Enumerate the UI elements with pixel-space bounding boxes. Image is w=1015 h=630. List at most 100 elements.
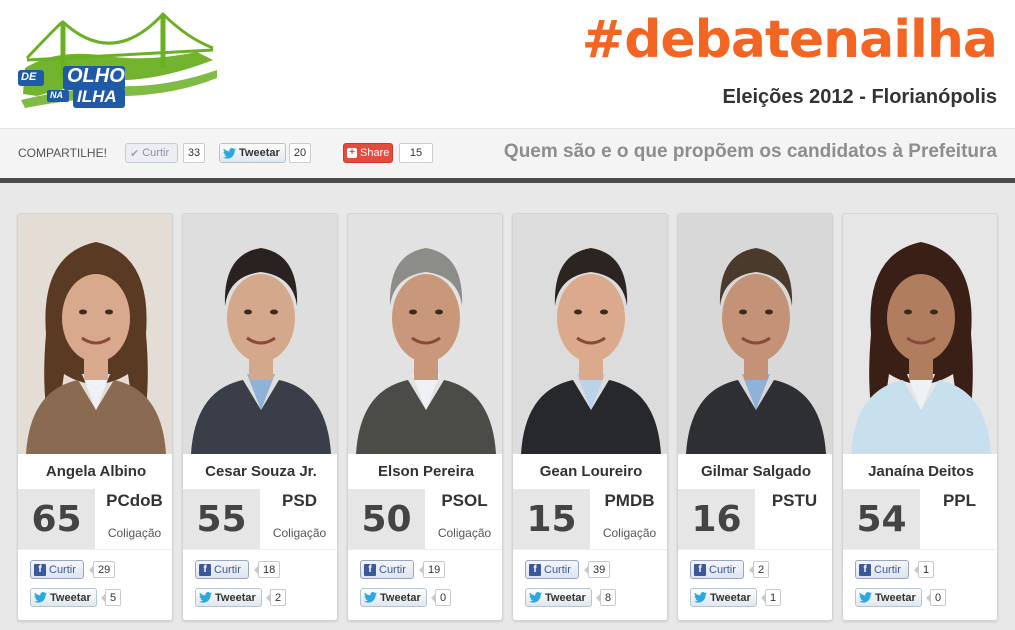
logo-text-na: NA <box>50 90 63 100</box>
hashtag-title: #debatenailha <box>581 10 998 70</box>
facebook-like-button[interactable]: f Curtir <box>690 560 744 579</box>
card-divider <box>183 549 337 550</box>
candidate-party: PPL <box>942 491 977 510</box>
tweet-button[interactable]: Tweetar <box>195 588 262 607</box>
candidate-name[interactable]: Gilmar Salgado <box>678 463 832 480</box>
twitter-bird-icon <box>859 592 872 603</box>
candidate-name[interactable]: Gean Loureiro <box>513 463 667 480</box>
card-divider <box>678 549 832 550</box>
tweet-label: Tweetar <box>239 147 280 159</box>
share-label: Share <box>360 147 390 159</box>
tweet-count: 0 <box>925 589 947 606</box>
candidate-name[interactable]: Angela Albino <box>18 463 172 480</box>
candidate-photo <box>843 214 997 454</box>
tweet-label: Tweetar <box>50 591 91 604</box>
card-divider <box>18 549 172 550</box>
tweet-label: Tweetar <box>380 591 421 604</box>
twitter-bird-icon <box>694 592 707 603</box>
facebook-like-button[interactable]: f Curtir <box>195 560 249 579</box>
card-divider <box>348 549 502 550</box>
candidate-party: PSOL <box>441 491 488 510</box>
candidate-party: PSD <box>282 491 317 510</box>
coalition-label: Coligação <box>602 526 657 540</box>
tweet-button[interactable]: Tweetar <box>30 588 97 607</box>
candidate-number: 15 <box>513 489 590 549</box>
facebook-like-button[interactable]: f Curtir <box>525 560 579 579</box>
candidates-grid: Angela Albino 65 PCdoB Coligação f Curti… <box>0 183 1015 630</box>
tweet-button[interactable]: Tweetar <box>690 588 757 607</box>
facebook-icon: f <box>694 563 706 576</box>
candidate-card[interactable]: Angela Albino 65 PCdoB Coligação f Curti… <box>17 213 173 621</box>
election-subtitle: Eleições 2012 - Florianópolis <box>722 86 997 108</box>
facebook-like-button[interactable]: f Curtir <box>855 560 909 579</box>
candidate-photo <box>513 214 667 454</box>
tweet-label: Tweetar <box>545 591 586 604</box>
candidate-number: 54 <box>843 489 920 549</box>
like-count: 29 <box>88 561 116 578</box>
logo-text-ilha: ILHA <box>77 87 117 106</box>
logo-text-de: DE <box>21 71 37 83</box>
facebook-icon: f <box>859 563 871 576</box>
candidate-number: 55 <box>183 489 260 549</box>
curtir-label: Curtir <box>874 563 901 576</box>
facebook-icon: f <box>199 563 211 576</box>
tweet-label: Tweetar <box>875 591 916 604</box>
facebook-icon: f <box>34 563 46 576</box>
logo-text-olho: OLHO <box>67 65 125 87</box>
tweet-button[interactable]: Tweetar <box>360 588 427 607</box>
tweet-count: 1 <box>760 589 782 606</box>
tweet-button[interactable]: Tweetar <box>855 588 922 607</box>
card-divider <box>843 549 997 550</box>
candidate-party: PSTU <box>771 491 818 510</box>
candidate-photo <box>183 214 337 454</box>
facebook-like-button[interactable]: f Curtir <box>360 560 414 579</box>
like-count: 19 <box>418 561 446 578</box>
candidate-card[interactable]: Cesar Souza Jr. 55 PSD Coligação f Curti… <box>182 213 338 621</box>
candidate-name[interactable]: Cesar Souza Jr. <box>183 463 337 480</box>
share-bar: COMPARTILHE! ✔ Curtir 33 Tweetar 20 + Sh… <box>0 128 1015 178</box>
card-divider <box>513 549 667 550</box>
check-icon: ✔ <box>130 147 140 160</box>
twitter-bird-icon <box>529 592 542 603</box>
curtir-label: Curtir <box>544 563 571 576</box>
share-label: COMPARTILHE! <box>18 146 107 160</box>
candidate-card[interactable]: Janaína Deitos 54 PPL f Curtir 1 Tweetar… <box>842 213 998 621</box>
tweet-button[interactable]: Tweetar <box>219 143 286 163</box>
candidate-number: 65 <box>18 489 95 549</box>
candidate-card[interactable]: Elson Pereira 50 PSOL Coligação f Curtir… <box>347 213 503 621</box>
candidate-name[interactable]: Elson Pereira <box>348 463 502 480</box>
candidate-card[interactable]: Gilmar Salgado 16 PSTU f Curtir 2 Tweeta… <box>677 213 833 621</box>
curtir-label: Curtir <box>214 563 241 576</box>
curtir-label: Curtir <box>709 563 736 576</box>
tweet-label: Tweetar <box>215 591 256 604</box>
facebook-like-button[interactable]: ✔ Curtir <box>125 143 178 163</box>
twitter-bird-icon <box>199 592 212 603</box>
curtir-label: Curtir <box>49 563 76 576</box>
plus-icon: + <box>347 148 357 158</box>
candidate-photo <box>348 214 502 454</box>
curtir-label: Curtir <box>379 563 406 576</box>
like-count: 18 <box>253 561 281 578</box>
facebook-icon: f <box>529 563 541 576</box>
coalition-label: Coligação <box>437 526 492 540</box>
like-count: 39 <box>583 561 611 578</box>
tweet-label: Tweetar <box>710 591 751 604</box>
like-count: 1 <box>913 561 935 578</box>
tweet-count: 8 <box>595 589 617 606</box>
facebook-icon: f <box>364 563 376 576</box>
de-olho-na-ilha-logo[interactable]: DE OLHO NA ILHA <box>17 8 219 113</box>
tweet-button[interactable]: Tweetar <box>525 588 592 607</box>
share-button[interactable]: + Share <box>343 143 393 163</box>
candidate-name[interactable]: Janaína Deitos <box>843 463 997 480</box>
facebook-like-button[interactable]: f Curtir <box>30 560 84 579</box>
candidate-number: 16 <box>678 489 755 549</box>
like-count: 2 <box>748 561 770 578</box>
twitter-bird-icon <box>34 592 47 603</box>
like-count: 33 <box>183 143 205 163</box>
tweet-count: 20 <box>289 143 311 163</box>
page-header: DE OLHO NA ILHA #debatenailha Eleições 2… <box>0 0 1015 128</box>
candidate-card[interactable]: Gean Loureiro 15 PMDB Coligação f Curtir… <box>512 213 668 621</box>
coalition-label: Coligação <box>107 526 162 540</box>
candidate-party: PCdoB <box>106 491 163 510</box>
twitter-bird-icon <box>223 147 236 159</box>
